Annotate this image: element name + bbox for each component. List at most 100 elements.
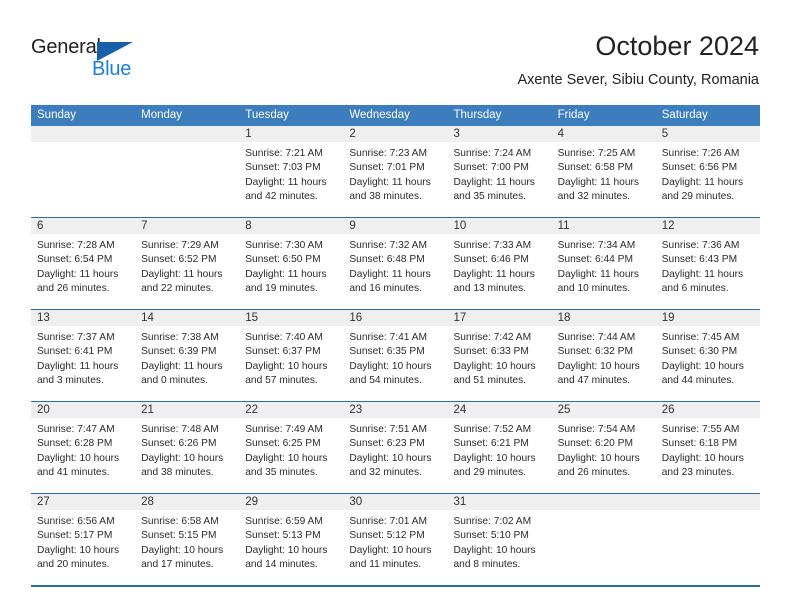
day-number: 25 (557, 404, 571, 416)
day-number-band (31, 126, 136, 142)
day-number-band (239, 218, 344, 234)
day-number: 11 (557, 220, 570, 232)
day-number: 26 (661, 404, 675, 416)
day-sun-info: Sunrise: 7:51 AM Sunset: 6:23 PM Dayligh… (349, 424, 432, 479)
calendar-day-cell-5[interactable]: 5 Sunrise: 7:26 AM Sunset: 6:56 PM Daylig… (655, 126, 760, 217)
calendar-day-cell-6[interactable]: 6 Sunrise: 7:28 AM Sunset: 6:54 PM Daylig… (31, 218, 136, 309)
week-cells: 20 Sunrise: 7:47 AM Sunset: 6:28 PM Dayli… (31, 402, 760, 493)
day-number: 20 (37, 404, 50, 416)
day-number: 19 (661, 312, 675, 324)
week-cells: 1 Sunrise: 7:21 AM Sunset: 7:03 PM Daylig… (31, 126, 760, 217)
calendar-day-cell-1[interactable]: 1 Sunrise: 7:21 AM Sunset: 7:03 PM Daylig… (239, 126, 344, 217)
weekday-header-sunday: Sunday (37, 109, 77, 121)
calendar-day-cell-15[interactable]: 15 Sunrise: 7:40 AM Sunset: 6:37 PM Dayli… (239, 310, 344, 401)
calendar-day-cell-17[interactable]: 17 Sunrise: 7:42 AM Sunset: 6:33 PM Dayli… (447, 310, 552, 401)
day-number-band (551, 494, 656, 510)
day-sun-info: Sunrise: 7:49 AM Sunset: 6:25 PM Dayligh… (245, 424, 328, 479)
calendar-day-cell-11[interactable]: 11 Sunrise: 7:34 AM Sunset: 6:44 PM Dayli… (551, 218, 656, 309)
day-sun-info: Sunrise: 7:47 AM Sunset: 6:28 PM Dayligh… (37, 424, 120, 479)
page-subtitle: Axente Sever, Sibiu County, Romania (517, 72, 759, 88)
day-sun-info: Sunrise: 7:54 AM Sunset: 6:20 PM Dayligh… (557, 424, 640, 479)
day-number: 12 (661, 220, 675, 232)
calendar-day-cell-23[interactable]: 23 Sunrise: 7:51 AM Sunset: 6:23 PM Dayli… (343, 402, 448, 493)
page-title: October 2024 (595, 31, 759, 61)
calendar-day-cell-8[interactable]: 8 Sunrise: 7:30 AM Sunset: 6:50 PM Daylig… (239, 218, 344, 309)
day-number-band (343, 126, 448, 142)
calendar-day-cell-22[interactable]: 22 Sunrise: 7:49 AM Sunset: 6:25 PM Dayli… (239, 402, 344, 493)
day-number: 3 (453, 128, 460, 140)
calendar-day-cell-18[interactable]: 18 Sunrise: 7:44 AM Sunset: 6:32 PM Dayli… (551, 310, 656, 401)
day-sun-info: Sunrise: 7:28 AM Sunset: 6:54 PM Dayligh… (37, 240, 119, 295)
day-sun-info: Sunrise: 7:41 AM Sunset: 6:35 PM Dayligh… (349, 332, 432, 387)
weekday-header-thursday: Thursday (453, 109, 502, 121)
day-sun-info: Sunrise: 7:55 AM Sunset: 6:18 PM Dayligh… (661, 424, 744, 479)
calendar-day-cell-empty (31, 126, 136, 217)
day-sun-info: Sunrise: 7:32 AM Sunset: 6:48 PM Dayligh… (349, 240, 431, 295)
day-number-band (135, 126, 240, 142)
day-number: 14 (141, 312, 154, 324)
day-sun-info: Sunrise: 7:23 AM Sunset: 7:01 PM Dayligh… (349, 148, 431, 203)
day-sun-info: Sunrise: 7:52 AM Sunset: 6:21 PM Dayligh… (453, 424, 536, 479)
calendar-bottom-rule (31, 585, 760, 587)
week-cells: 27 Sunrise: 6:56 AM Sunset: 5:17 PM Dayli… (31, 494, 760, 585)
calendar-page: General Blue October 2024 Axente Sever, … (0, 0, 792, 612)
calendar-day-cell-16[interactable]: 16 Sunrise: 7:41 AM Sunset: 6:35 PM Dayli… (343, 310, 448, 401)
day-sun-info: Sunrise: 7:42 AM Sunset: 6:33 PM Dayligh… (453, 332, 536, 387)
day-number: 28 (141, 496, 154, 508)
calendar-day-cell-20[interactable]: 20 Sunrise: 7:47 AM Sunset: 6:28 PM Dayli… (31, 402, 136, 493)
page-header: General Blue October 2024 Axente Sever, … (0, 0, 792, 100)
calendar-day-cell-26[interactable]: 26 Sunrise: 7:55 AM Sunset: 6:18 PM Dayli… (655, 402, 760, 493)
calendar-day-cell-7[interactable]: 7 Sunrise: 7:29 AM Sunset: 6:52 PM Daylig… (135, 218, 240, 309)
calendar-day-cell-21[interactable]: 21 Sunrise: 7:48 AM Sunset: 6:26 PM Dayli… (135, 402, 240, 493)
day-sun-info: Sunrise: 7:02 AM Sunset: 5:10 PM Dayligh… (453, 516, 536, 571)
calendar-week-row: 27 Sunrise: 6:56 AM Sunset: 5:17 PM Dayli… (31, 493, 760, 585)
weekday-header-row: Sunday Monday Tuesday Wednesday Thursday Frid… (31, 105, 760, 126)
day-number-band (239, 126, 344, 142)
day-number-band (343, 218, 448, 234)
calendar-day-cell-19[interactable]: 19 Sunrise: 7:45 AM Sunset: 6:30 PM Dayli… (655, 310, 760, 401)
day-sun-info: Sunrise: 7:24 AM Sunset: 7:00 PM Dayligh… (453, 148, 535, 203)
calendar-day-cell-31[interactable]: 31 Sunrise: 7:02 AM Sunset: 5:10 PM Dayli… (447, 494, 552, 585)
day-number-band (31, 218, 136, 234)
calendar-day-cell-27[interactable]: 27 Sunrise: 6:56 AM Sunset: 5:17 PM Dayli… (31, 494, 136, 585)
day-sun-info: Sunrise: 7:01 AM Sunset: 5:12 PM Dayligh… (349, 516, 432, 571)
day-number: 18 (557, 312, 571, 324)
calendar-day-cell-24[interactable]: 24 Sunrise: 7:52 AM Sunset: 6:21 PM Dayli… (447, 402, 552, 493)
day-number: 24 (453, 404, 467, 416)
calendar-day-cell-4[interactable]: 4 Sunrise: 7:25 AM Sunset: 6:58 PM Daylig… (551, 126, 656, 217)
calendar-day-cell-12[interactable]: 12 Sunrise: 7:36 AM Sunset: 6:43 PM Dayli… (655, 218, 760, 309)
day-number: 13 (37, 312, 50, 324)
calendar-day-cell-30[interactable]: 30 Sunrise: 7:01 AM Sunset: 5:12 PM Dayli… (343, 494, 448, 585)
day-number: 29 (245, 496, 259, 508)
calendar-day-cell-13[interactable]: 13 Sunrise: 7:37 AM Sunset: 6:41 PM Dayli… (31, 310, 136, 401)
calendar-day-cell-2[interactable]: 2 Sunrise: 7:23 AM Sunset: 7:01 PM Daylig… (343, 126, 448, 217)
day-sun-info: Sunrise: 7:37 AM Sunset: 6:41 PM Dayligh… (37, 332, 119, 387)
day-number: 7 (141, 220, 148, 232)
calendar-day-cell-14[interactable]: 14 Sunrise: 7:38 AM Sunset: 6:39 PM Dayli… (135, 310, 240, 401)
title-block: October 2024 Axente Sever, Sibiu County,… (517, 30, 759, 90)
day-number-band (655, 494, 760, 510)
calendar-day-cell-9[interactable]: 9 Sunrise: 7:32 AM Sunset: 6:48 PM Daylig… (343, 218, 448, 309)
calendar-day-cell-28[interactable]: 28 Sunrise: 6:58 AM Sunset: 5:15 PM Dayli… (135, 494, 240, 585)
calendar-day-cell-10[interactable]: 10 Sunrise: 7:33 AM Sunset: 6:46 PM Dayli… (447, 218, 552, 309)
week-cells: 6 Sunrise: 7:28 AM Sunset: 6:54 PM Daylig… (31, 218, 760, 309)
day-number: 27 (37, 496, 50, 508)
day-sun-info: Sunrise: 7:48 AM Sunset: 6:26 PM Dayligh… (141, 424, 224, 479)
day-number: 1 (245, 128, 252, 140)
calendar-day-cell-25[interactable]: 25 Sunrise: 7:54 AM Sunset: 6:20 PM Dayli… (551, 402, 656, 493)
day-number: 31 (453, 496, 467, 508)
day-sun-info (31, 142, 135, 147)
day-sun-info: Sunrise: 7:29 AM Sunset: 6:52 PM Dayligh… (141, 240, 223, 295)
calendar-day-cell-3[interactable]: 3 Sunrise: 7:24 AM Sunset: 7:00 PM Daylig… (447, 126, 552, 217)
day-number: 21 (141, 404, 154, 416)
calendar-day-cell-29[interactable]: 29 Sunrise: 6:59 AM Sunset: 5:13 PM Dayli… (239, 494, 344, 585)
logo-text-general: General (31, 36, 101, 58)
calendar-week-row: 6 Sunrise: 7:28 AM Sunset: 6:54 PM Daylig… (31, 217, 760, 309)
day-sun-info: Sunrise: 7:44 AM Sunset: 6:32 PM Dayligh… (557, 332, 640, 387)
calendar-week-row: 20 Sunrise: 7:47 AM Sunset: 6:28 PM Dayli… (31, 401, 760, 493)
day-number: 4 (557, 128, 565, 140)
day-sun-info: Sunrise: 7:26 AM Sunset: 6:56 PM Dayligh… (661, 148, 744, 203)
day-number-band (655, 126, 760, 142)
day-sun-info: Sunrise: 6:58 AM Sunset: 5:15 PM Dayligh… (141, 516, 224, 571)
day-number: 10 (453, 220, 467, 232)
